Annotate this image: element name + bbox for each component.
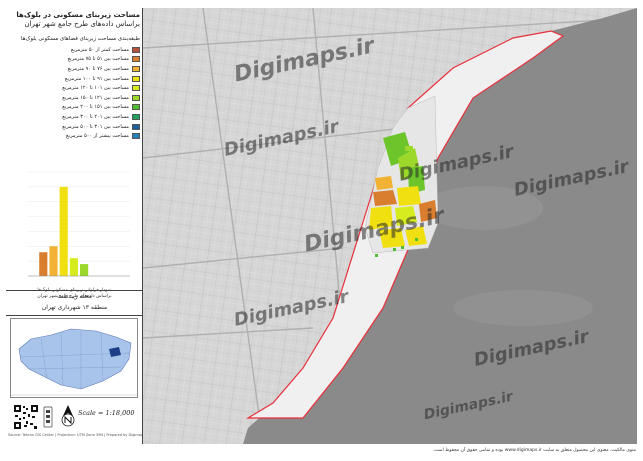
legend-label: مساحت بین ۱۵۱ تا ۲۰۰ مترمربع: [62, 104, 129, 111]
legend-item: مساحت بین ۱۲۱ تا ۱۵۰ مترمربع: [9, 93, 140, 103]
legend-swatch: [132, 65, 140, 72]
legend-item: مساحت بین ۷۶ تا ۹۰ مترمربع: [9, 64, 140, 74]
histogram-bar: [49, 246, 58, 276]
histogram-bar: [80, 264, 89, 276]
histogram-bar: [39, 252, 48, 276]
map-title-line1: مساحت زیربنای مسکونی در بلوک‌ها: [16, 11, 140, 19]
legend-swatch: [132, 46, 140, 53]
legend-list: مساحت کمتر از ۵۰ مترمربع مساحت بین ۵۱ تا …: [9, 45, 140, 141]
legend-label: مساحت بین ۱۲۱ تا ۱۵۰ مترمربع: [62, 94, 129, 101]
panel-divider: [6, 290, 143, 291]
map-title: مساحت زیربنای مسکونی در بلوک‌ها براساس د…: [9, 11, 140, 29]
legend-swatch: [132, 56, 140, 63]
legend-item: مساحت بین ۳۰۱ تا ۵۰۰ مترمربع: [9, 122, 140, 132]
legend-heading: طبقه‌بندی مساحت زیربنای فضاهای مسکونی بل…: [20, 36, 140, 42]
tehran-districts: [18, 328, 132, 390]
copyright-footer: منوی مالکیت، معنوی این محصول متعلق به سا…: [432, 448, 636, 453]
histogram-bar: [59, 186, 68, 276]
legend-item: مساحت بین ۲۰۱ تا ۳۰۰ مترمربع: [9, 112, 140, 122]
legend-item: مساحت کمتر از ۵۰ مترمربع: [9, 45, 140, 55]
qr-code-icon[interactable]: [13, 404, 39, 430]
legend-swatch: [132, 75, 140, 82]
locator-map[interactable]: [10, 318, 139, 398]
legend-item: مساحت بین ۵۱ تا ۷۵ مترمربع: [9, 55, 140, 65]
legend-label: مساحت بین ۱۰۱ تا ۱۲۰ مترمربع: [62, 85, 129, 92]
legend-label: مساحت بین ۳۰۱ تا ۵۰۰ مترمربع: [62, 123, 129, 130]
legend-item: مساحت بین ۹۱ تا ۱۰۰ مترمربع: [9, 74, 140, 84]
legend-swatch: [132, 123, 140, 130]
region-name: محله زیبدشت: [57, 293, 92, 300]
histogram-chart: [28, 171, 130, 277]
legend-label: مساحت بیشتر از ۵۰۰ مترمربع: [66, 133, 129, 140]
legend-item: مساحت بیشتر از ۵۰۰ مترمربع: [9, 131, 140, 141]
map-title-line2: براساس داده‌های طرح جامع شهر تهران: [24, 20, 140, 28]
legend-label: مساحت بین ۵۱ تا ۷۵ مترمربع: [67, 56, 129, 63]
legend-swatch: [132, 113, 140, 120]
legend-swatch: [132, 85, 140, 92]
map-credits: Source: Tehran GIS Center | Projection: …: [8, 433, 142, 437]
map-canvas[interactable]: Digimaps.ir Digimaps.ir Digimaps.ir Digi…: [143, 8, 637, 444]
legend-label: مساحت بین ۲۰۱ تا ۳۰۰ مترمربع: [62, 113, 129, 120]
legend-item: مساحت بین ۱۵۱ تا ۲۰۰ مترمربع: [9, 103, 140, 113]
legend-swatch: [132, 133, 140, 140]
legend-label: مساحت بین ۹۱ تا ۱۰۰ مترمربع: [64, 75, 129, 82]
region-subtitle: منطقه ۱۳ شهرداری تهران: [41, 304, 108, 311]
histogram-bar: [69, 258, 78, 276]
legend-label: مساحت کمتر از ۵۰ مترمربع: [70, 46, 129, 53]
north-arrow-icon: [61, 405, 75, 427]
legend-swatch: [132, 104, 140, 111]
organization-logo-icon: [43, 406, 53, 428]
panel-divider: [6, 315, 143, 316]
locator-svg: [11, 328, 139, 396]
legend-label: مساحت بین ۷۶ تا ۹۰ مترمربع: [67, 65, 129, 72]
legend-item: مساحت بین ۱۰۱ تا ۱۲۰ مترمربع: [9, 83, 140, 93]
map-scale: Scale = 1:18,000: [78, 409, 135, 417]
legend-swatch: [132, 94, 140, 101]
